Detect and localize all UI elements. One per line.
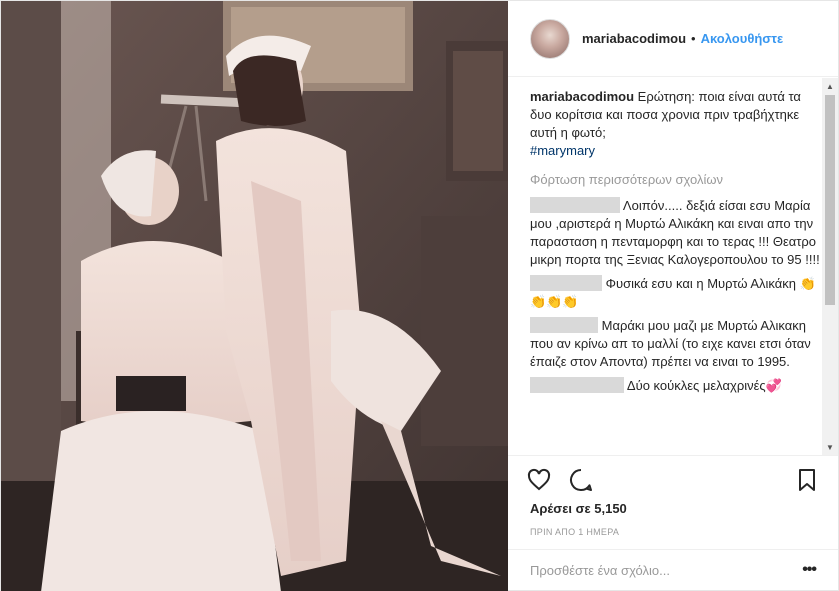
scroll-down-arrow-icon[interactable]: ▼ xyxy=(822,439,838,455)
redacted-username xyxy=(530,197,620,213)
post-sidebar: mariabacodimou • Ακολουθήστε mariabacodi… xyxy=(508,1,838,590)
post-timestamp: ΠΡΙΝ ΑΠΟ 1 ΗΜΕΡΑ xyxy=(530,527,620,537)
comment-text: Δύο κούκλες μελαχρινές💞 xyxy=(626,378,782,393)
more-options-icon[interactable]: ••• xyxy=(802,561,817,579)
comment-item: Φυσικά εσυ και η Μυρτώ Αλικάκη 👏👏👏👏 xyxy=(530,275,822,311)
post-header: mariabacodimou • Ακολουθήστε xyxy=(508,1,838,77)
likes-count[interactable]: Αρέσει σε 5,150 xyxy=(530,501,627,516)
post-photo[interactable] xyxy=(1,1,508,591)
action-bar xyxy=(508,455,838,503)
redacted-username xyxy=(530,317,598,333)
avatar[interactable] xyxy=(530,18,570,59)
header-username[interactable]: mariabacodimou xyxy=(582,31,686,46)
add-comment-input[interactable]: Προσθέστε ένα σχόλιο... xyxy=(530,563,802,578)
redacted-username xyxy=(530,377,624,393)
theatre-photo-image xyxy=(1,1,508,591)
caption-hashtag[interactable]: #marymary xyxy=(530,143,595,158)
load-more-comments-button[interactable]: Φόρτωση περισσότερων σχολίων xyxy=(530,172,822,187)
caption: mariabacodimou Ερώτηση: ποια είναι αυτά … xyxy=(530,88,822,160)
bookmark-icon[interactable] xyxy=(794,467,820,493)
comments-scrollbar[interactable]: ▲ ▼ xyxy=(822,78,838,455)
comments-list: mariabacodimou Ερώτηση: ποια είναι αυτά … xyxy=(508,78,822,455)
follow-button[interactable]: Ακολουθήστε xyxy=(701,31,784,46)
comment-item: Λοιπόν..... δεξιά είσαι εσυ Μαρία μου ,α… xyxy=(530,197,822,269)
add-comment-bar: Προσθέστε ένα σχόλιο... ••• xyxy=(508,549,838,590)
instagram-post: mariabacodimou • Ακολουθήστε mariabacodi… xyxy=(0,0,839,591)
scroll-up-arrow-icon[interactable]: ▲ xyxy=(822,78,838,94)
redacted-username xyxy=(530,275,602,291)
comment-item: Δύο κούκλες μελαχρινές💞 xyxy=(530,377,822,395)
scrollbar-thumb[interactable] xyxy=(825,95,835,305)
heart-icon[interactable] xyxy=(526,467,552,493)
header-separator: • xyxy=(691,31,696,46)
comment-icon[interactable] xyxy=(568,467,594,493)
caption-username[interactable]: mariabacodimou xyxy=(530,89,634,104)
comment-item: Μαράκι μου μαζι με Μυρτώ Αλικακη που αν … xyxy=(530,317,822,371)
